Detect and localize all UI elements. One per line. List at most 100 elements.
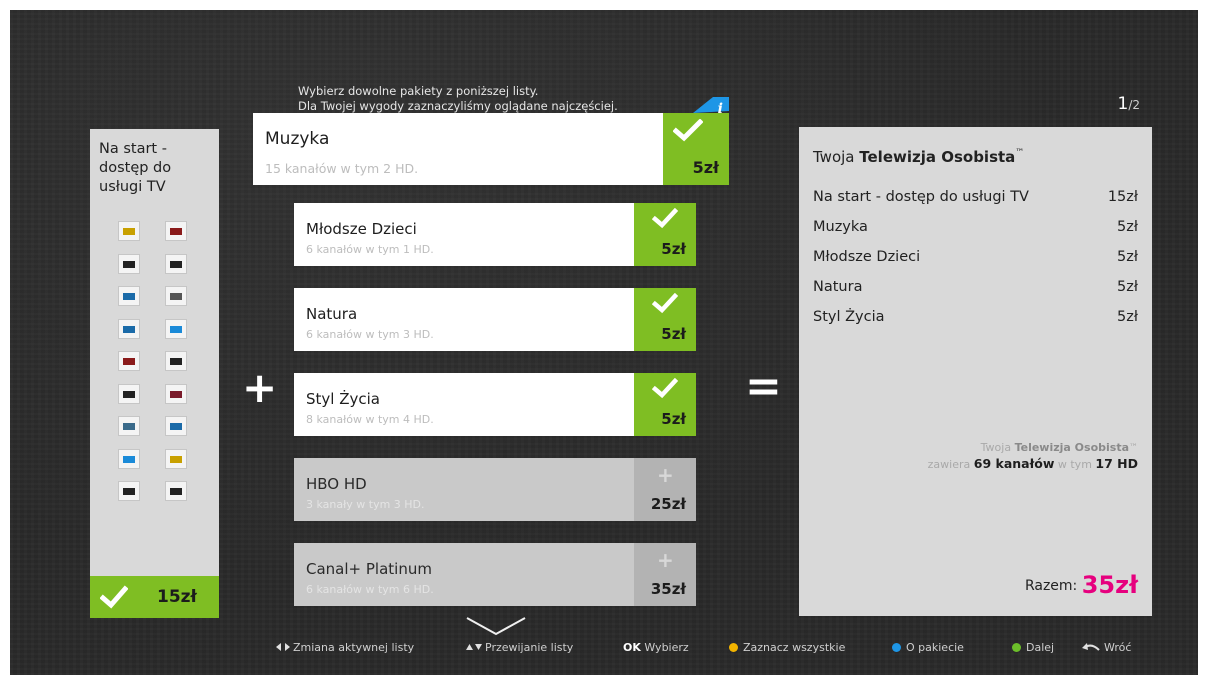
summary-row-label: Styl Życia bbox=[813, 309, 885, 325]
summary-note-line2: zawiera 69 kanałów w tym 17 HD bbox=[928, 456, 1138, 473]
up-down-arrows-icon bbox=[466, 644, 482, 650]
summary-row-label: Muzyka bbox=[813, 219, 868, 235]
summary-panel: Twoja Telewizja Osobista™ Na start - dos… bbox=[799, 127, 1152, 616]
remote-hints-bar: Zmiana aktywnej listy Przewijanie listy … bbox=[10, 635, 1198, 659]
summary-channel-count: Twoja Telewizja Osobista™ zawiera 69 kan… bbox=[928, 440, 1138, 473]
summary-row: Muzyka 5zł bbox=[813, 219, 1138, 249]
summary-row-price: 5zł bbox=[1117, 279, 1138, 295]
package-name: Natura bbox=[306, 305, 358, 323]
package-toggle[interactable]: 5zł bbox=[634, 288, 696, 351]
left-right-arrows-icon bbox=[276, 643, 290, 651]
channel-logo-mark bbox=[170, 423, 182, 430]
info-icon: i bbox=[717, 101, 723, 117]
hint-back-label: Wróć bbox=[1104, 641, 1132, 654]
channel-logo-icon bbox=[165, 351, 187, 371]
package-card-canal-platinum[interactable]: Canal+ Platinum 6 kanałów w tym 6 HD. + … bbox=[294, 543, 696, 606]
package-details: 15 kanałów w tym 2 HD. bbox=[265, 161, 419, 176]
package-details: 3 kanały w tym 3 HD. bbox=[306, 498, 425, 511]
channel-logo-mark bbox=[170, 390, 182, 398]
summary-title-tm: ™ bbox=[1015, 148, 1025, 158]
base-package-footer: 15zł bbox=[90, 576, 219, 618]
package-price: 35zł bbox=[650, 580, 686, 598]
summary-title-prefix: Twoja bbox=[813, 148, 860, 166]
hint-scroll-list: Przewijanie listy bbox=[466, 641, 573, 654]
summary-note-line1: Twoja Telewizja Osobista™ bbox=[928, 440, 1138, 456]
channel-logo-mark bbox=[170, 358, 182, 365]
info-tab-shape bbox=[693, 97, 729, 113]
instructions-line2: Dla Twojej wygody zaznaczyliśmy oglądane… bbox=[298, 99, 618, 113]
package-card-muzyka[interactable]: Muzyka 15 kanałów w tym 2 HD. 5zł i bbox=[253, 97, 729, 185]
channel-logo-icon bbox=[165, 416, 187, 436]
summary-row: Natura 5zł bbox=[813, 279, 1138, 309]
blue-button-icon bbox=[892, 643, 901, 652]
channel-logo-icon bbox=[165, 448, 187, 469]
channel-logo-icon bbox=[118, 383, 140, 404]
package-name: Styl Życia bbox=[306, 390, 380, 408]
channel-logo-icon bbox=[118, 448, 140, 469]
summary-note-contains: zawiera bbox=[927, 458, 974, 471]
channel-logo-mark bbox=[123, 228, 135, 235]
yellow-button-icon bbox=[729, 643, 738, 652]
summary-row-price: 5zł bbox=[1117, 309, 1138, 325]
summary-row: Styl Życia 5zł bbox=[813, 309, 1138, 339]
channel-logo-mark bbox=[123, 455, 135, 463]
summary-row-label: Na start - dostęp do usługi TV bbox=[813, 189, 1029, 205]
channel-logo-mark bbox=[170, 228, 182, 235]
summary-note-brand: Telewizja Osobista bbox=[1014, 441, 1129, 454]
channel-logo-icon bbox=[165, 481, 187, 501]
package-card-natura[interactable]: Natura 6 kanałów w tym 3 HD. 5zł bbox=[294, 288, 696, 351]
page-total: /2 bbox=[1128, 98, 1140, 112]
hint-back: Wróć bbox=[1082, 641, 1131, 654]
hint-next-label: Dalej bbox=[1026, 641, 1055, 654]
channel-logo-icon bbox=[118, 286, 140, 306]
package-toggle[interactable]: 5zł bbox=[634, 203, 696, 266]
base-package-price: 15zł bbox=[157, 587, 197, 607]
summary-row-price: 15zł bbox=[1107, 189, 1138, 205]
channel-logo-icon bbox=[118, 416, 140, 436]
summary-row-label: Młodsze Dzieci bbox=[813, 249, 921, 265]
summary-channels: 69 kanałów bbox=[973, 456, 1055, 471]
package-name: Muzyka bbox=[265, 129, 330, 149]
package-card-styl-zycia[interactable]: Styl Życia 8 kanałów w tym 4 HD. 5zł bbox=[294, 373, 696, 436]
summary-row: Młodsze Dzieci 5zł bbox=[813, 249, 1138, 279]
package-toggle[interactable]: 5zł bbox=[634, 373, 696, 436]
info-tab[interactable] bbox=[693, 97, 729, 127]
package-details: 6 kanałów w tym 3 HD. bbox=[306, 328, 434, 341]
package-toggle[interactable]: + 35zł bbox=[634, 543, 696, 606]
equals-sign: = bbox=[745, 361, 782, 412]
plus-icon: + bbox=[657, 548, 674, 572]
summary-total: Razem: 35zł bbox=[1025, 571, 1138, 599]
summary-note-tm: ™ bbox=[1129, 443, 1138, 453]
package-price: 5zł bbox=[692, 158, 719, 177]
hint-switch-label: Zmiana aktywnej listy bbox=[293, 641, 415, 654]
instructions-line1: Wybierz dowolne pakiety z poniższej list… bbox=[298, 84, 539, 98]
summary-title-brand: Telewizja Osobista bbox=[859, 148, 1016, 166]
package-price: 25zł bbox=[650, 495, 686, 513]
hint-next: Dalej bbox=[1012, 641, 1054, 654]
hint-select-all-label: Zaznacz wszystkie bbox=[743, 641, 846, 654]
summary-title: Twoja Telewizja Osobista™ bbox=[813, 148, 1024, 166]
package-price: 5zł bbox=[661, 325, 686, 343]
channel-logo-mark bbox=[123, 390, 135, 398]
package-card-hbo-hd[interactable]: HBO HD 3 kanały w tym 3 HD. + 25zł bbox=[294, 458, 696, 521]
hint-select-all: Zaznacz wszystkie bbox=[729, 641, 845, 654]
package-card-mlodsze-dzieci[interactable]: Młodsze Dzieci 6 kanałów w tym 1 HD. 5zł bbox=[294, 203, 696, 266]
summary-row-price: 5zł bbox=[1117, 219, 1138, 235]
back-arrow-icon bbox=[1082, 643, 1100, 651]
channel-logo-icon bbox=[118, 221, 140, 241]
channel-logo-icon bbox=[118, 318, 140, 339]
package-details: 6 kanałów w tym 1 HD. bbox=[306, 243, 434, 256]
base-package-card[interactable]: Na start - dostęp do usługi TV 15zł bbox=[90, 129, 219, 618]
package-details: 8 kanałów w tym 4 HD. bbox=[306, 413, 434, 426]
hint-switch-list: Zmiana aktywnej listy bbox=[276, 641, 414, 654]
package-price: 5zł bbox=[661, 410, 686, 428]
hint-ok-label: Wybierz bbox=[644, 641, 689, 654]
channel-logo-mark bbox=[123, 423, 135, 430]
package-toggle[interactable]: + 25zł bbox=[634, 458, 696, 521]
hint-about: O pakiecie bbox=[892, 641, 964, 654]
hint-ok: OK Wybierz bbox=[623, 641, 689, 654]
channel-logo-icon bbox=[165, 318, 187, 339]
summary-note-prefix: Twoja bbox=[980, 441, 1015, 454]
plus-sign: + bbox=[242, 363, 278, 412]
package-details: 6 kanałów w tym 6 HD. bbox=[306, 583, 434, 596]
